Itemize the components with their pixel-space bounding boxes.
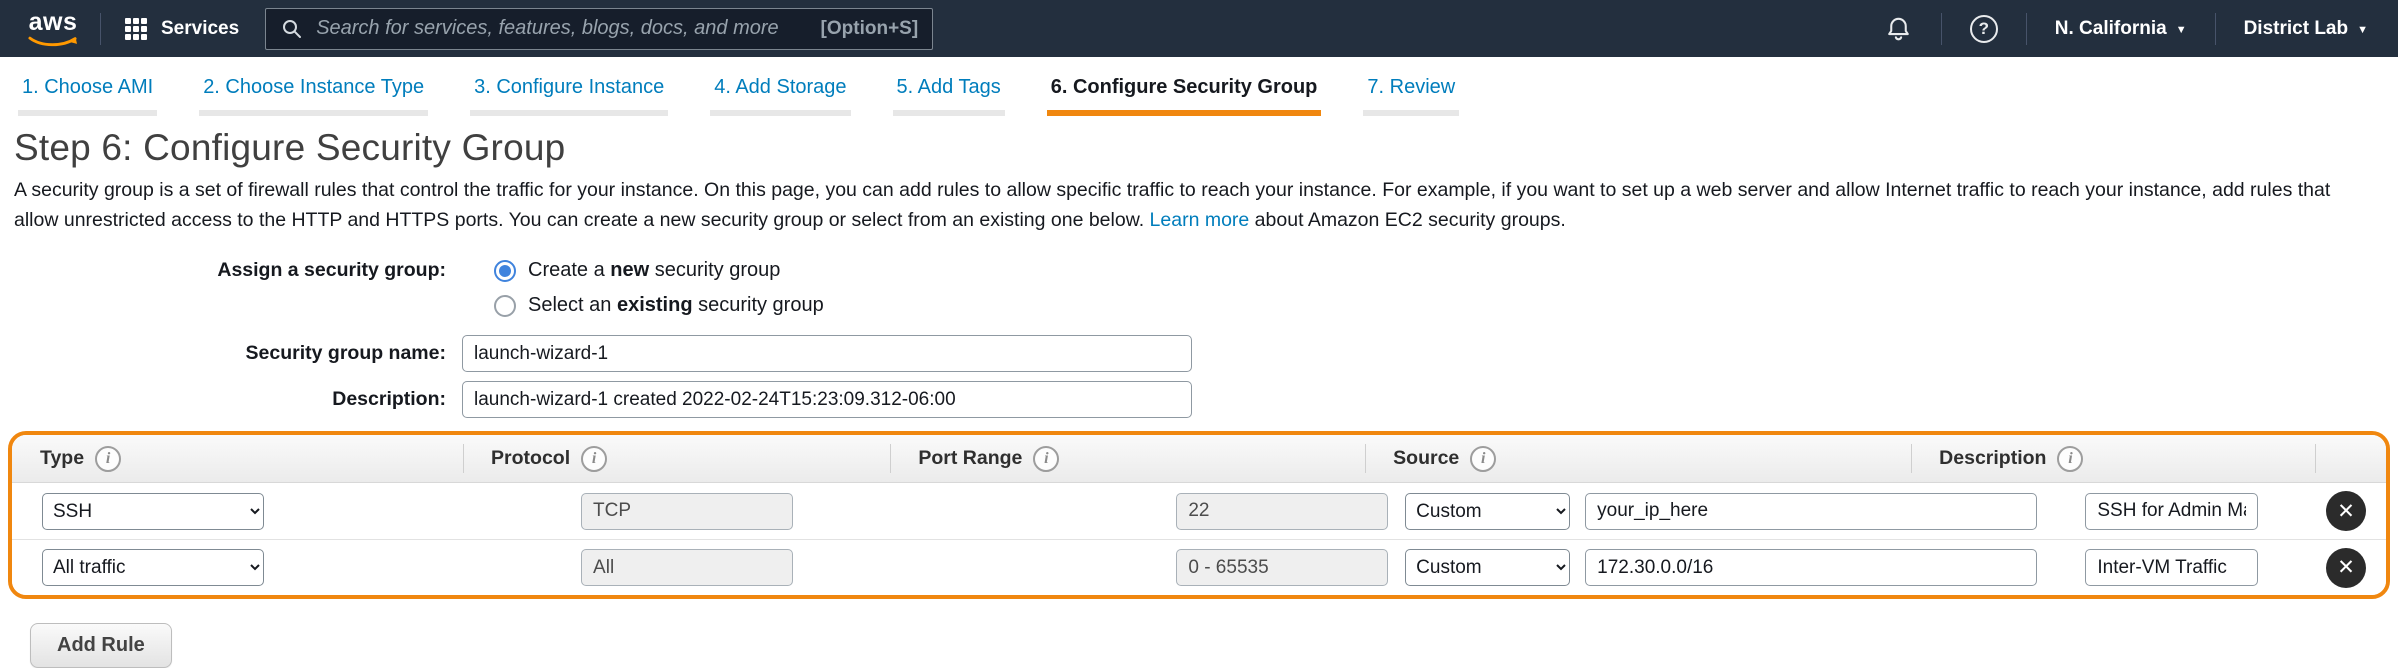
security-group-name-input[interactable] [462,335,1192,372]
radio-create-new-security-group[interactable]: Create a new security group [494,259,780,282]
rule-row-all-traffic: All traffic Custom ✕ [12,539,2386,595]
radio-button-unselected[interactable] [494,295,516,317]
security-group-description-input[interactable] [462,381,1192,418]
rule-source-input[interactable] [1585,493,2037,530]
aws-logo[interactable]: aws [28,10,78,48]
help-button[interactable]: ? [1964,15,2004,43]
wizard-step-tabs: 1. Choose AMI 2. Choose Instance Type 3.… [0,57,2398,116]
navbar-right-group: ? N. California ▼ District Lab ▼ [1878,13,2374,45]
bell-icon [1884,14,1913,43]
page-title: Step 6: Configure Security Group [14,127,2398,169]
column-header-type: Type i [12,435,463,482]
delete-rule-button[interactable]: ✕ [2326,491,2366,531]
aws-logo-text: aws [29,10,78,35]
radio-select-existing-security-group[interactable]: Select an existing security group [494,294,824,317]
navbar-divider [100,13,101,45]
notifications-button[interactable] [1878,14,1919,43]
chevron-down-icon: ▼ [2176,24,2187,36]
intro-text-after-link: about Amazon EC2 security groups. [1249,209,1566,231]
delete-rule-button[interactable]: ✕ [2326,548,2366,588]
assign-security-group-label: Assign a security group: [0,259,462,282]
question-mark-icon: ? [1970,15,1998,43]
close-icon: ✕ [2337,501,2355,522]
tab-add-tags[interactable]: 5. Add Tags [893,72,1005,116]
tab-configure-instance[interactable]: 3. Configure Instance [470,72,668,116]
learn-more-link[interactable]: Learn more [1150,209,1250,231]
security-group-description-label: Description: [0,388,462,411]
security-rules-table-highlight: Type i Protocol i Port Range i Source i … [8,431,2390,599]
global-search-box[interactable]: [Option+S] [265,8,933,50]
search-icon [280,17,304,41]
rule-port-range-readonly [1176,493,1388,530]
navbar-divider [2026,13,2027,45]
services-menu-button[interactable]: Services [123,16,239,42]
column-header-port-range: Port Range i [890,435,1365,482]
navbar-divider [1941,13,1942,45]
page-intro-text: A security group is a set of firewall ru… [14,175,2378,235]
tab-choose-ami[interactable]: 1. Choose AMI [18,72,157,116]
info-icon[interactable]: i [2057,446,2083,472]
close-icon: ✕ [2337,557,2355,578]
region-label: N. California [2055,18,2167,40]
grid-icon [123,16,149,42]
rules-table-header: Type i Protocol i Port Range i Source i … [12,435,2386,483]
info-icon[interactable]: i [1033,446,1059,472]
column-header-protocol: Protocol i [463,435,890,482]
account-label: District Lab [2244,18,2349,40]
tab-add-storage[interactable]: 4. Add Storage [710,72,850,116]
column-header-description: Description i [1911,435,2315,482]
rule-source-input[interactable] [1585,549,2037,586]
rule-type-select[interactable]: SSH [42,493,264,530]
rule-type-select[interactable]: All traffic [42,549,264,586]
info-icon[interactable]: i [1470,446,1496,472]
region-selector[interactable]: N. California ▼ [2049,18,2193,40]
chevron-down-icon: ▼ [2357,24,2368,36]
add-rule-button[interactable]: Add Rule [30,623,172,668]
tab-configure-security-group[interactable]: 6. Configure Security Group [1047,72,1322,116]
services-label: Services [161,18,239,40]
info-icon[interactable]: i [581,446,607,472]
column-header-actions [2315,435,2386,482]
security-group-form: Assign a security group: Create a new se… [0,259,2398,418]
rule-row-ssh: SSH Custom ✕ [12,483,2386,539]
account-menu[interactable]: District Lab ▼ [2238,18,2374,40]
search-input[interactable] [314,16,810,41]
rule-source-mode-select[interactable]: Custom [1405,493,1570,530]
rule-port-range-readonly [1176,549,1388,586]
info-icon[interactable]: i [95,446,121,472]
search-shortcut-hint: [Option+S] [821,18,919,40]
rule-description-input[interactable] [2085,493,2258,530]
rule-protocol-readonly [581,549,793,586]
security-group-name-label: Security group name: [0,342,462,365]
navbar-divider [2215,13,2216,45]
rule-description-input[interactable] [2085,549,2258,586]
tab-review[interactable]: 7. Review [1363,72,1459,116]
rule-protocol-readonly [581,493,793,530]
rule-source-mode-select[interactable]: Custom [1405,549,1570,586]
aws-smile-icon [28,36,78,48]
top-navbar: aws Services [Option+S] ? [0,0,2398,57]
radio-button-selected[interactable] [494,260,516,282]
column-header-source: Source i [1365,435,1911,482]
tab-choose-instance-type[interactable]: 2. Choose Instance Type [199,72,428,116]
